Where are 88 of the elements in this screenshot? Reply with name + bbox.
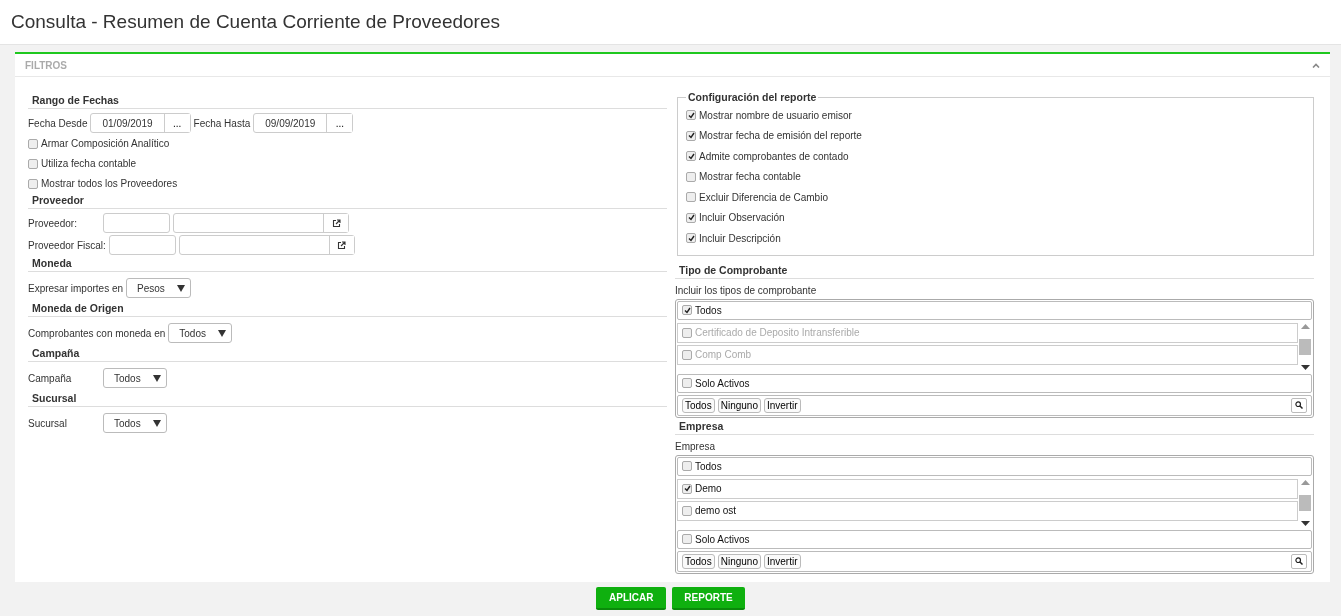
code-field[interactable] — [108, 235, 176, 255]
list-item[interactable]: Demo — [677, 478, 1298, 499]
section-heading: Sucursal — [28, 392, 667, 407]
checkbox[interactable] — [686, 171, 696, 182]
caret-icon — [176, 284, 185, 292]
action-button[interactable]: Invertir — [763, 553, 801, 569]
page-title: Consulta - Resumen de Cuenta Corriente de Proveedores — [11, 11, 500, 33]
checkbox[interactable] — [682, 378, 692, 388]
checkbox[interactable] — [686, 110, 696, 121]
section-heading: Rango de Fechas — [28, 94, 667, 109]
field-label: Sucursal — [28, 417, 68, 429]
checkbox[interactable] — [682, 461, 692, 471]
checkbox[interactable] — [28, 138, 38, 149]
action-button[interactable]: Todos — [682, 553, 715, 569]
external-link-icon[interactable] — [331, 218, 341, 228]
picker-button[interactable]: ... — [326, 114, 353, 132]
checkbox[interactable] — [686, 130, 696, 141]
section-heading: Tipo de Comprobante — [675, 263, 1314, 279]
search-icon — [1295, 557, 1303, 565]
checkbox-label: Mostrar nombre de usuario emisor — [699, 109, 852, 121]
checkbox-label: Utiliza fecha contable — [41, 158, 137, 169]
checkbox-label: Incluir Descripción — [699, 232, 781, 244]
field-label: Fecha Hasta — [193, 117, 251, 129]
name-field[interactable] — [173, 213, 349, 233]
checkbox-label: Excluir Diferencia de Cambio — [699, 191, 828, 203]
field-label: Fecha Desde — [28, 117, 88, 129]
picker-button[interactable]: ... — [163, 114, 190, 132]
dropdown[interactable]: Todos — [168, 323, 232, 343]
action-button[interactable]: Ninguno — [717, 553, 761, 569]
date-field[interactable]: 01/09/2019 ... — [90, 113, 191, 133]
caret-icon — [218, 329, 226, 337]
action-button[interactable]: Invertir — [763, 397, 801, 413]
checkbox-label: Todos — [695, 460, 722, 472]
checkbox[interactable] — [682, 505, 692, 516]
date-field[interactable]: 09/09/2019 ... — [253, 113, 354, 133]
checkbox-label: Armar Composición Analítico — [41, 138, 170, 149]
field-label: Empresa — [675, 440, 716, 452]
search-icon — [1295, 401, 1303, 409]
checkbox[interactable] — [28, 158, 38, 169]
section-heading: Campaña — [28, 347, 667, 362]
checkbox[interactable] — [682, 305, 692, 315]
field-label: Comprobantes con moneda en — [28, 327, 166, 339]
field-label: Incluir los tipos de comprobante — [675, 284, 818, 296]
scroll-down-icon[interactable] — [1300, 364, 1310, 370]
section-heading: Proveedor — [28, 194, 667, 209]
checkbox-label: Incluir Observación — [699, 212, 785, 224]
checkbox[interactable] — [28, 178, 38, 189]
field-label: Campaña — [28, 372, 73, 384]
dropdown[interactable]: Pesos — [126, 278, 191, 298]
scrollbar-thumb[interactable] — [1299, 338, 1311, 355]
search-button[interactable] — [1291, 397, 1307, 413]
section-heading: Moneda — [28, 257, 667, 272]
action-button[interactable]: Todos — [682, 397, 715, 413]
external-link-icon[interactable] — [337, 240, 347, 250]
caret-icon — [152, 419, 161, 427]
list-item[interactable]: demo ost — [677, 500, 1298, 521]
field-label: Proveedor Fiscal: — [28, 239, 106, 251]
checkbox-label: Mostrar todos los Proveedores — [41, 178, 178, 189]
checkbox[interactable] — [686, 233, 696, 244]
checkbox-label: Todos — [695, 304, 722, 316]
search-button[interactable] — [1291, 553, 1307, 569]
checkbox[interactable] — [682, 483, 692, 494]
code-field[interactable] — [103, 213, 170, 233]
dropdown[interactable]: Todos — [103, 368, 167, 388]
scroll-up-icon[interactable] — [1300, 323, 1310, 329]
panel-title: FILTROS — [25, 59, 68, 71]
field-label: Proveedor: — [28, 217, 78, 229]
checkbox-label: Solo Activos — [695, 533, 750, 545]
checkbox-label: Mostrar fecha contable — [699, 171, 801, 183]
checkbox-label: Solo Activos — [695, 377, 750, 389]
checkbox-label: Admite comprobantes de contado — [699, 150, 849, 162]
dropdown[interactable]: Todos — [103, 413, 167, 433]
action-button[interactable]: Ninguno — [717, 397, 761, 413]
scroll-down-icon[interactable] — [1300, 520, 1310, 526]
scrollbar-thumb[interactable] — [1299, 494, 1311, 511]
scroll-up-icon[interactable] — [1300, 479, 1310, 485]
checkbox[interactable] — [686, 212, 696, 223]
checkbox[interactable] — [686, 151, 696, 162]
checkbox[interactable] — [686, 192, 696, 203]
field-label: Expresar importes en — [28, 282, 124, 294]
section-heading: Empresa — [675, 419, 1314, 435]
name-field[interactable] — [178, 235, 355, 255]
checkbox[interactable] — [682, 534, 692, 544]
collapse-icon[interactable] — [1312, 62, 1320, 68]
caret-icon — [152, 374, 161, 382]
checkbox-label: Mostrar fecha de emisión del reporte — [699, 130, 862, 142]
group-title: Configuración del reporte — [687, 91, 818, 103]
section-heading: Moneda de Origen — [28, 302, 667, 317]
